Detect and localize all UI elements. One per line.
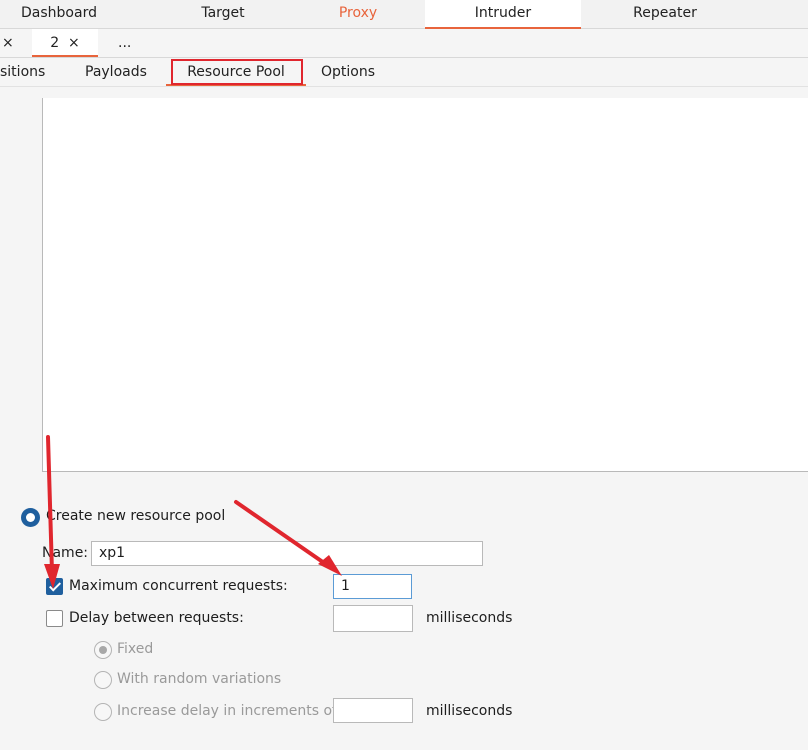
name-label: Name: (42, 545, 89, 561)
increase-delay-label: Increase delay in increments of (117, 703, 337, 719)
create-pool-label: Create new resource pool (46, 508, 226, 524)
create-pool-radio[interactable] (21, 508, 40, 527)
attack-tab-close-icon[interactable]: × (2, 29, 18, 57)
increase-delay-input[interactable] (333, 698, 413, 723)
tab-dashboard[interactable]: Dashboard (0, 0, 118, 28)
fixed-label: Fixed (117, 641, 154, 657)
attack-tab-2[interactable]: 2 × (32, 29, 98, 57)
increase-delay-radio[interactable] (94, 703, 112, 721)
delay-input[interactable] (333, 605, 413, 632)
fixed-radio[interactable] (94, 641, 112, 659)
max-concurrent-label: Maximum concurrent requests: (69, 578, 288, 594)
annotation-highlight-box (171, 59, 303, 85)
tab-repeater[interactable]: Repeater (590, 0, 740, 28)
tab-target[interactable]: Target (148, 0, 298, 28)
delay-checkbox[interactable] (46, 610, 63, 627)
max-concurrent-input[interactable]: 1 (333, 574, 412, 599)
random-variations-radio[interactable] (94, 671, 112, 689)
tab-options[interactable]: Options (321, 58, 381, 86)
tab-payloads[interactable]: Payloads (85, 58, 151, 86)
tab-intruder[interactable]: Intruder (425, 0, 581, 29)
tab-proxy[interactable]: Proxy (298, 0, 418, 28)
delay-units-label: milliseconds (426, 610, 513, 626)
intruder-section-tab-bar: sitions Payloads Resource Pool Options (0, 58, 808, 87)
attack-tab-more[interactable]: ... (118, 29, 138, 57)
attack-tab-bar: × 2 × ... (0, 29, 808, 58)
resource-pool-table[interactable] (42, 98, 808, 472)
delay-label: Delay between requests: (69, 610, 244, 626)
random-variations-label: With random variations (117, 671, 282, 687)
max-concurrent-checkbox[interactable] (46, 578, 63, 595)
increase-units-label: milliseconds (426, 703, 513, 719)
main-tab-bar: Dashboard Target Proxy Intruder Repeater (0, 0, 808, 29)
name-input[interactable]: xp1 (91, 541, 483, 566)
tab-positions[interactable]: sitions (0, 58, 50, 86)
